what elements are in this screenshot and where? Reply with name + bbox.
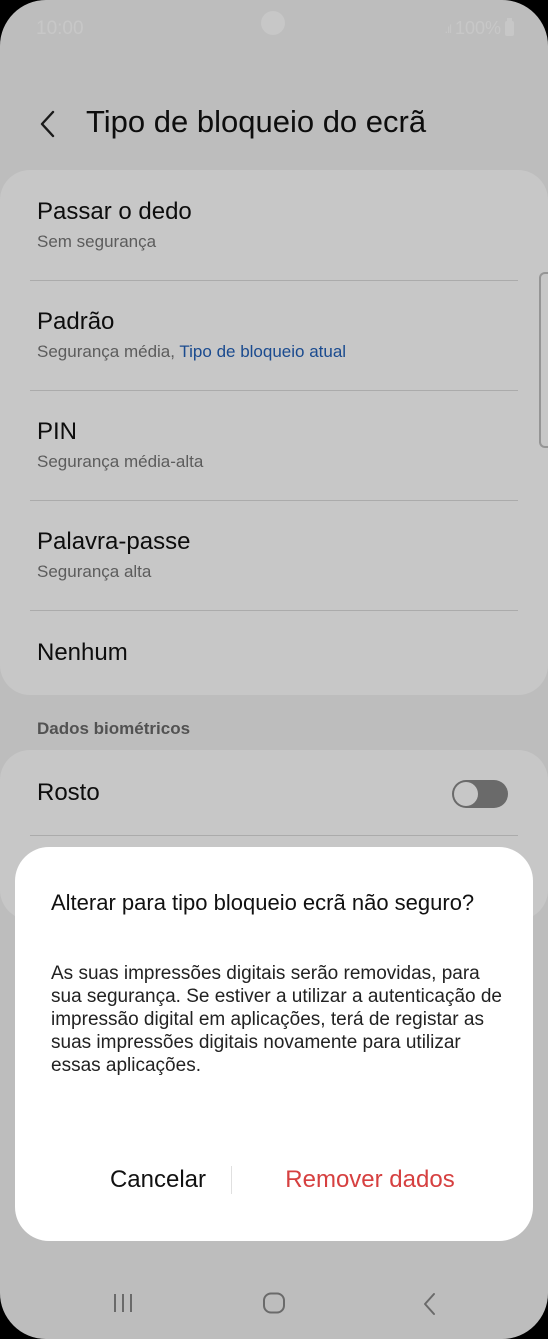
dialog-message: As suas impressões digitais serão removi… [51, 963, 502, 1076]
cancel-button[interactable]: Cancelar [88, 1166, 228, 1194]
phone-screen: 10:00 .ıl 100% Tipo de bloqueio do ecrã … [0, 0, 548, 1339]
dialog-actions: Cancelar Remover dados [15, 1152, 533, 1208]
confirm-dialog: Alterar para tipo bloqueio ecrã não segu… [15, 847, 533, 1241]
button-divider [231, 1166, 232, 1194]
recent-apps-icon[interactable] [112, 1291, 134, 1315]
home-icon[interactable] [262, 1292, 286, 1314]
dialog-title: Alterar para tipo bloqueio ecrã não segu… [51, 890, 475, 915]
navigation-bar [0, 1275, 548, 1331]
back-icon[interactable] [420, 1291, 438, 1317]
remove-data-button[interactable]: Remover dados [265, 1166, 475, 1194]
